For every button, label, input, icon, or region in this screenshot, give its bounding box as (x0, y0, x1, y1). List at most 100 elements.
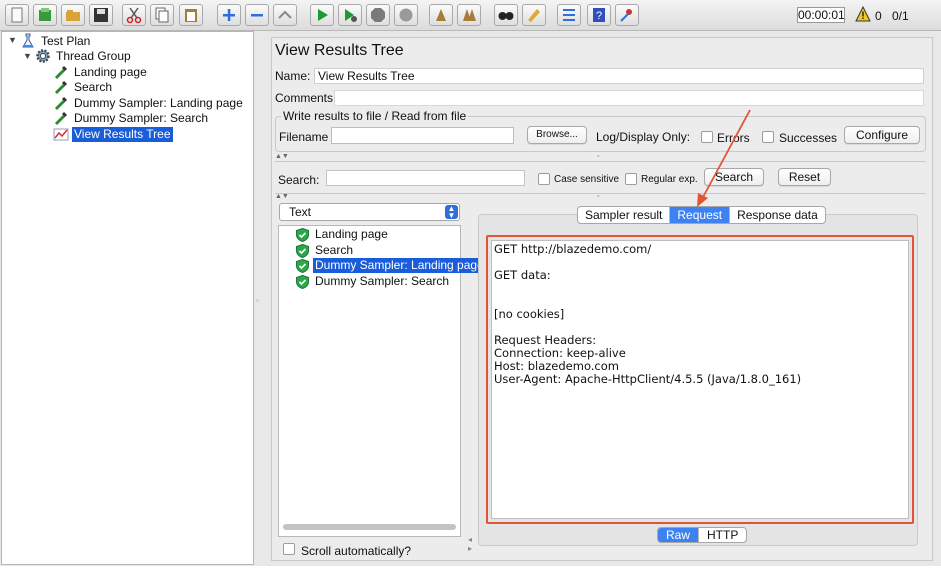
stop-icon (371, 8, 385, 22)
tree-item-landing-page[interactable]: Landing page (53, 64, 149, 80)
horizontal-scrollbar[interactable] (283, 524, 456, 530)
split-divider[interactable]: ▲▼ ◦ (275, 193, 926, 200)
remote-icon (620, 9, 632, 22)
tree-item-view-results-tree[interactable]: View Results Tree (53, 126, 173, 142)
shutdown-button[interactable] (394, 4, 418, 26)
new-button[interactable] (5, 4, 29, 26)
warning-count: 0 (875, 9, 882, 23)
templates-icon (39, 8, 51, 21)
active-threads: 0/1 (892, 9, 909, 23)
remote-button[interactable] (615, 4, 639, 26)
search-button[interactable] (494, 4, 518, 26)
pipette-icon (54, 80, 68, 95)
chevron-updown-icon: ▲ ▼ (445, 205, 458, 220)
scroll-automatically-checkbox[interactable] (283, 543, 295, 555)
search-button[interactable]: Search (704, 168, 764, 186)
comments-label: Comments: (275, 91, 337, 105)
split-handle[interactable]: ◂ ▸ (468, 535, 472, 553)
clear-all-icon (463, 9, 476, 21)
result-item[interactable]: Landing page (296, 227, 390, 242)
name-label: Name: (275, 69, 311, 83)
save-button[interactable] (89, 4, 113, 26)
scroll-automatically-label: Scroll automatically? (301, 544, 412, 558)
toggle-icon (278, 10, 292, 19)
result-item[interactable]: Dummy Sampler: Landing page (296, 258, 486, 273)
tab-http[interactable]: HTTP (699, 528, 746, 542)
request-text-area[interactable]: GET http://blazedemo.com/ GET data: [no … (491, 240, 909, 519)
clear-button[interactable] (429, 4, 453, 26)
regex-label: Regular exp. (641, 174, 698, 185)
successes-label: Successes (779, 131, 838, 145)
gear-icon (36, 49, 50, 63)
comments-field[interactable] (334, 90, 924, 106)
toggle-button[interactable] (273, 4, 297, 26)
result-item[interactable]: Dummy Sampler: Search (296, 274, 451, 289)
copy-icon (155, 7, 169, 23)
search-label: Search: (278, 173, 320, 187)
chart-icon (53, 128, 69, 141)
result-item[interactable]: Search (296, 243, 355, 258)
cut-icon (126, 7, 142, 24)
svg-text:?: ? (596, 10, 602, 22)
configure-button[interactable]: Configure (844, 126, 920, 144)
browse-button[interactable]: Browse... (527, 126, 587, 144)
start-no-pauses-button[interactable] (338, 4, 362, 26)
file-group-title: Write results to file / Read from file (281, 109, 469, 123)
tab-response-data[interactable]: Response data (730, 207, 825, 223)
templates-button[interactable] (33, 4, 57, 26)
copy-button[interactable] (150, 4, 174, 26)
errors-checkbox[interactable] (701, 131, 713, 143)
shutdown-icon (399, 8, 413, 22)
clear-icon (436, 9, 446, 21)
function-helper-button[interactable] (557, 4, 581, 26)
filename-label: Filename (279, 130, 329, 144)
name-field[interactable]: View Results Tree (314, 68, 924, 84)
sample-result-list: Landing page Search Dummy Sampler: Landi… (278, 225, 486, 537)
case-sensitive-label: Case sensitive (554, 174, 620, 185)
new-icon (11, 7, 23, 23)
renderer-select[interactable]: Text ▲ ▼ (279, 203, 460, 221)
detail-tabs: Sampler result Request Response data (577, 206, 826, 224)
case-sensitive-checkbox[interactable] (538, 173, 550, 185)
regex-checkbox[interactable] (625, 173, 637, 185)
tree-item-dummy-search[interactable]: Dummy Sampler: Search (53, 110, 210, 126)
successes-checkbox[interactable] (762, 131, 774, 143)
clear-all-button[interactable] (457, 4, 481, 26)
tab-raw[interactable]: Raw (658, 528, 700, 542)
cut-button[interactable] (122, 4, 146, 26)
tree-item-dummy-landing[interactable]: Dummy Sampler: Landing page (53, 95, 245, 111)
tab-request[interactable]: Request (670, 207, 731, 223)
success-shield-icon (296, 258, 309, 273)
tab-sampler-result[interactable]: Sampler result (578, 207, 671, 223)
split-divider[interactable]: ▲▼ ◦ (275, 153, 926, 160)
reset-search-button[interactable] (522, 4, 546, 26)
expand-button[interactable] (217, 4, 241, 26)
tree-item-test-plan[interactable]: Test Plan (20, 33, 92, 49)
collapse-button[interactable] (245, 4, 269, 26)
paste-button[interactable] (179, 4, 203, 26)
test-plan-icon (22, 33, 34, 48)
expand-toggle-icon[interactable]: ▼ (8, 35, 17, 45)
view-results-tree-panel: View Results Tree Name: View Results Tre… (271, 37, 933, 561)
reset-button[interactable]: Reset (778, 168, 831, 186)
expand-toggle-icon[interactable]: ▼ (23, 51, 32, 61)
open-button[interactable] (61, 4, 85, 26)
tree-item-thread-group[interactable]: Thread Group (35, 48, 133, 64)
stop-button[interactable] (366, 4, 390, 26)
save-icon (94, 8, 108, 22)
start-button[interactable] (310, 4, 334, 26)
reset-search-icon (528, 9, 540, 22)
tree-item-search[interactable]: Search (53, 79, 114, 95)
filename-field[interactable] (331, 127, 514, 144)
function-helper-icon (563, 9, 575, 21)
warning-icon[interactable] (855, 6, 871, 22)
search-input[interactable] (326, 170, 525, 186)
help-button[interactable]: ? (587, 4, 611, 26)
success-shield-icon (296, 227, 309, 242)
write-results-group: Write results to file / Read from file F… (275, 109, 926, 152)
log-display-label: Log/Display Only: (596, 130, 691, 144)
split-handle[interactable]: ◦ (256, 296, 259, 305)
open-icon (66, 10, 80, 21)
elapsed-timer: 00:00:01 (797, 7, 845, 23)
search-bar: Search: Case sensitive Regular exp. Sear… (275, 161, 926, 194)
